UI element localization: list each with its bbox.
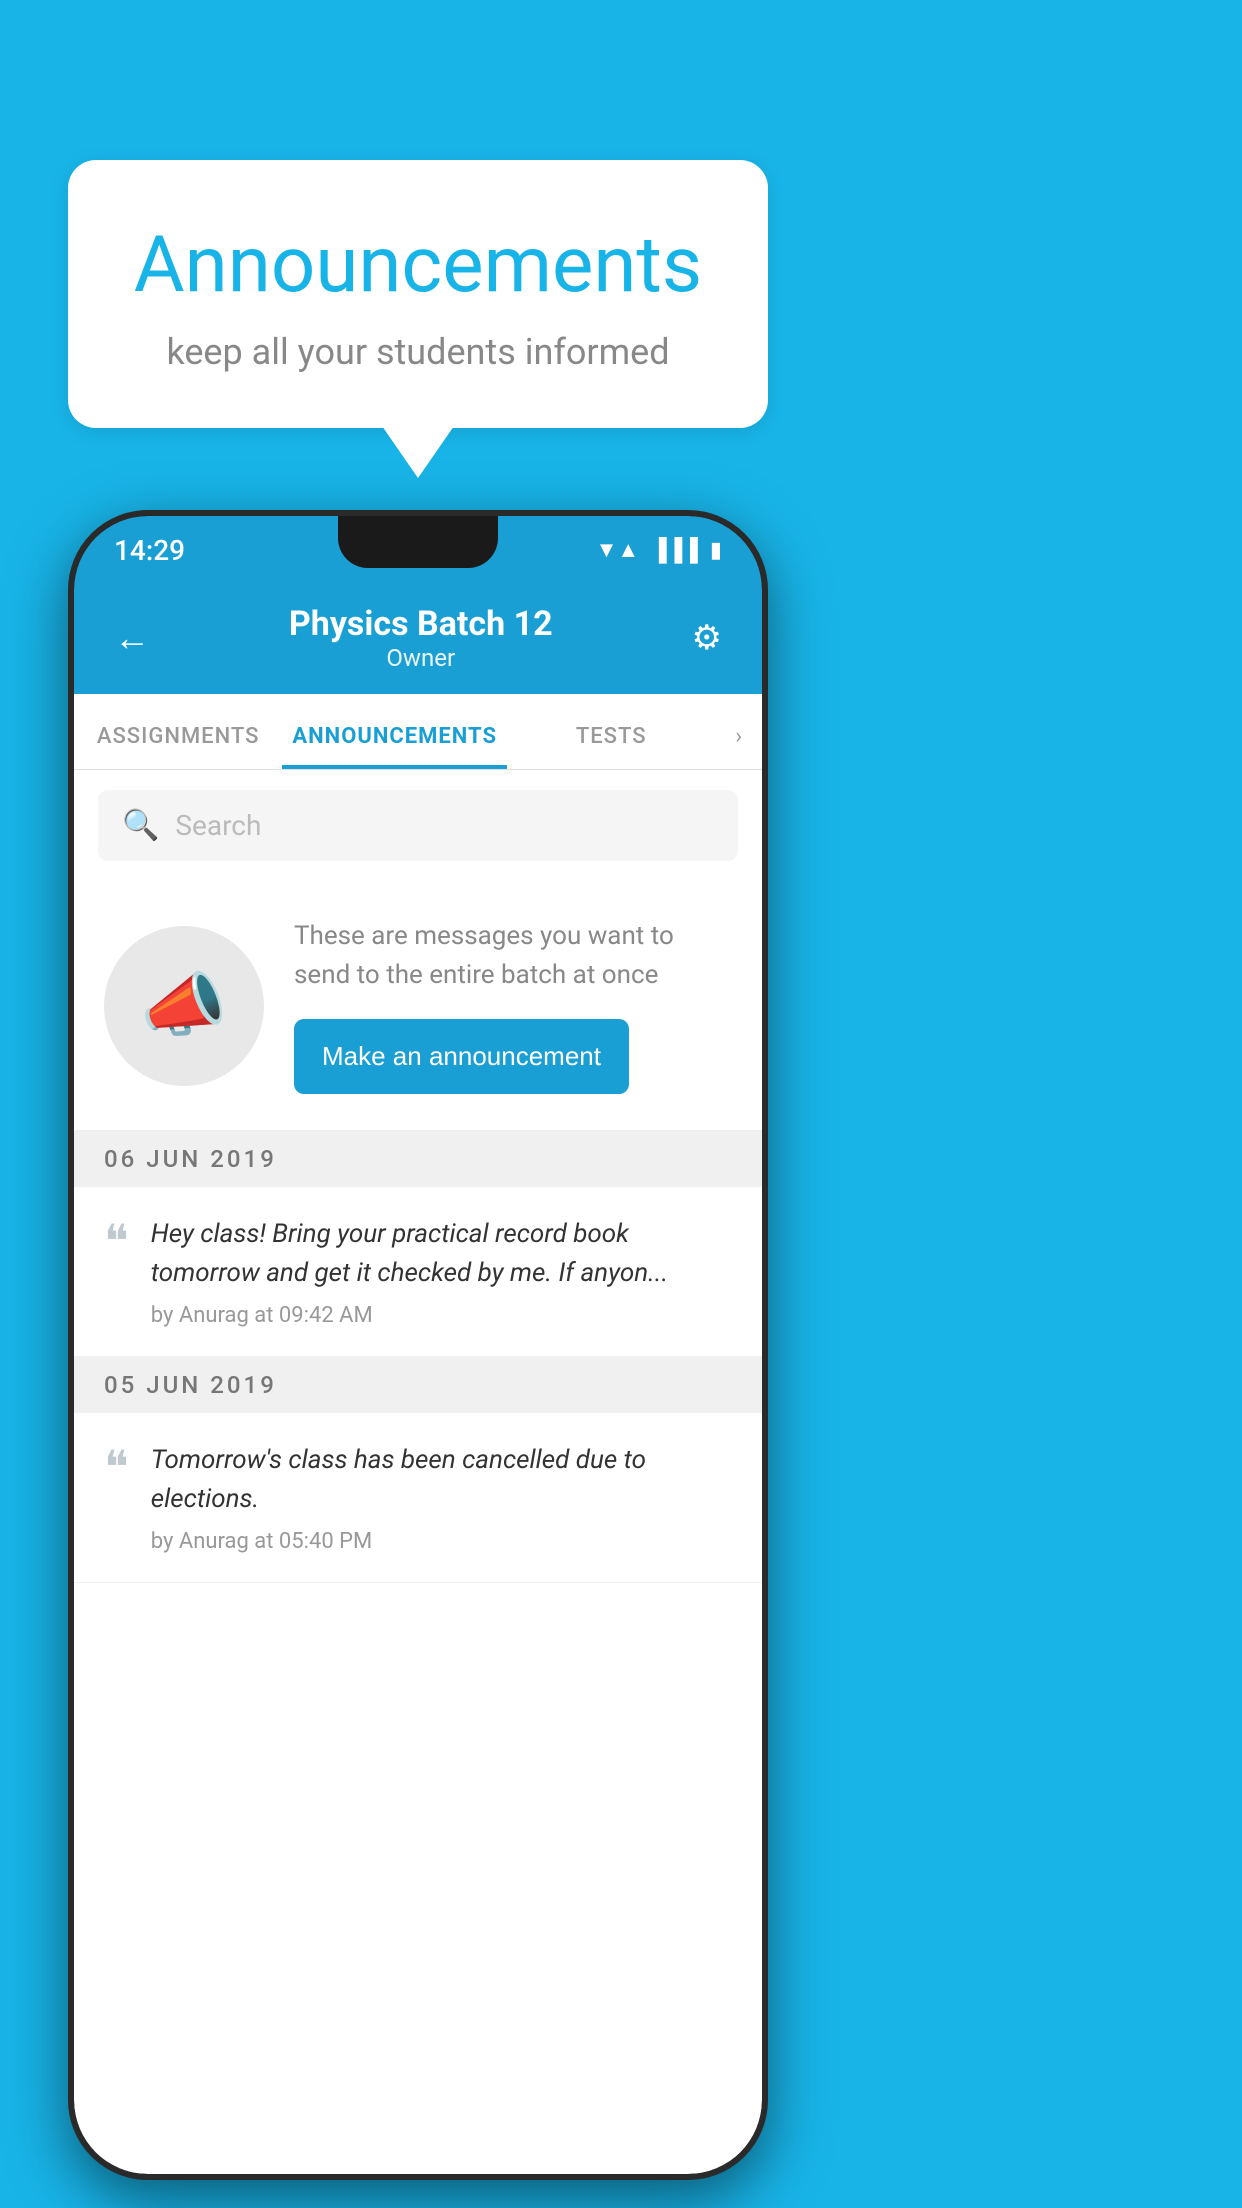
- quote-icon-1: ❝: [104, 1219, 129, 1265]
- announcement-meta-1: by Anurag at 09:42 AM: [151, 1303, 732, 1328]
- app-header: ← Physics Batch 12 Owner ⚙: [74, 584, 762, 694]
- search-bar-container: 🔍 Search: [74, 770, 762, 881]
- quote-icon-2: ❝: [104, 1445, 129, 1491]
- tab-assignments[interactable]: ASSIGNMENTS: [74, 694, 282, 769]
- search-bar[interactable]: 🔍 Search: [98, 790, 738, 861]
- date-separator-1: 06 JUN 2019: [74, 1131, 762, 1187]
- vol-button-down: [68, 916, 74, 996]
- battery-icon: ▮: [710, 538, 722, 563]
- tab-bar: ASSIGNMENTS ANNOUNCEMENTS TESTS ›: [74, 694, 762, 770]
- announcement-item-1[interactable]: ❝ Hey class! Bring your practical record…: [74, 1187, 762, 1357]
- batch-title: Physics Batch 12: [289, 604, 553, 644]
- wifi-icon: ▼▲: [596, 537, 640, 563]
- batch-role: Owner: [289, 644, 553, 672]
- header-title-group: Physics Batch 12 Owner: [289, 604, 553, 672]
- bubble-title: Announcements: [118, 220, 718, 311]
- settings-icon[interactable]: ⚙: [692, 618, 722, 658]
- empty-icon-circle: 📣: [104, 926, 264, 1086]
- speech-bubble: Announcements keep all your students inf…: [68, 160, 768, 428]
- search-icon: 🔍: [122, 808, 159, 843]
- empty-state: 📣 These are messages you want to send to…: [74, 881, 762, 1131]
- announcement-text-2: Tomorrow's class has been cancelled due …: [151, 1441, 732, 1519]
- speech-bubble-card: Announcements keep all your students inf…: [68, 160, 768, 428]
- signal-icon: ▐▐▐: [651, 537, 698, 563]
- status-time: 14:29: [114, 534, 185, 567]
- bubble-subtitle: keep all your students informed: [118, 331, 718, 373]
- empty-state-right: These are messages you want to send to t…: [294, 917, 732, 1094]
- phone-frame: 14:29 ▼▲ ▐▐▐ ▮ ← Physics Batch 12 Owner …: [68, 510, 768, 2180]
- search-placeholder: Search: [175, 809, 261, 842]
- vol-button-up: [68, 816, 74, 896]
- phone-screen: 🔍 Search 📣 These are messages you want t…: [74, 770, 762, 2174]
- announcement-content-2: Tomorrow's class has been cancelled due …: [151, 1441, 732, 1554]
- phone-mockup: 14:29 ▼▲ ▐▐▐ ▮ ← Physics Batch 12 Owner …: [68, 510, 768, 2180]
- tab-tests[interactable]: TESTS: [507, 694, 715, 769]
- status-icons: ▼▲ ▐▐▐ ▮: [596, 537, 722, 563]
- empty-state-description: These are messages you want to send to t…: [294, 917, 732, 995]
- phone-notch: [338, 516, 498, 568]
- megaphone-icon: 📣: [140, 965, 227, 1047]
- back-button[interactable]: ←: [114, 617, 150, 659]
- announcement-item-2[interactable]: ❝ Tomorrow's class has been cancelled du…: [74, 1413, 762, 1583]
- announcement-content-1: Hey class! Bring your practical record b…: [151, 1215, 732, 1328]
- announcement-meta-2: by Anurag at 05:40 PM: [151, 1529, 732, 1554]
- make-announcement-button[interactable]: Make an announcement: [294, 1019, 629, 1094]
- date-separator-2: 05 JUN 2019: [74, 1357, 762, 1413]
- power-button: [762, 866, 768, 976]
- tab-more[interactable]: ›: [715, 694, 762, 769]
- announcement-text-1: Hey class! Bring your practical record b…: [151, 1215, 732, 1293]
- tab-announcements[interactable]: ANNOUNCEMENTS: [282, 694, 507, 769]
